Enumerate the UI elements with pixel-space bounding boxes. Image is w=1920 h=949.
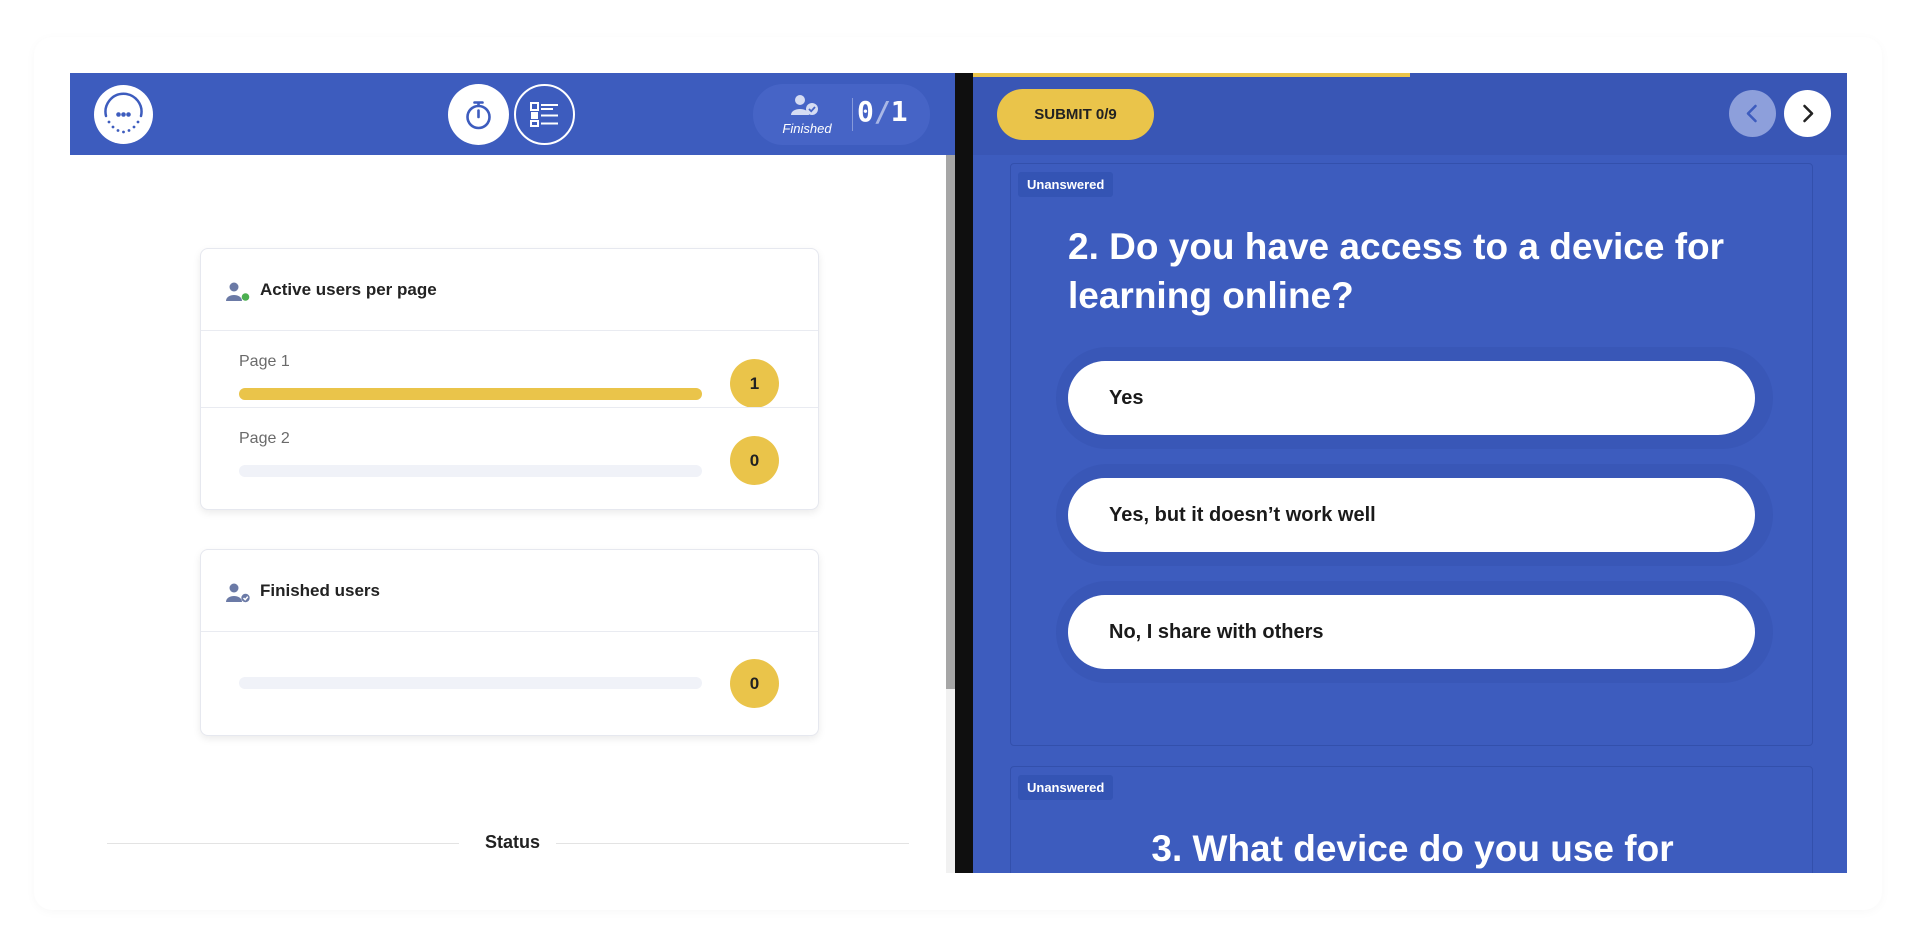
- finished-user-icon: [791, 95, 818, 115]
- page-label: Page 1: [239, 353, 290, 370]
- finished-total: 1: [890, 95, 908, 128]
- finished-user-icon: [226, 583, 250, 603]
- answer-option-button[interactable]: Yes: [1068, 361, 1755, 435]
- panel-divider[interactable]: [955, 73, 973, 873]
- answer-option-button[interactable]: Yes, but it doesn’t work well: [1068, 478, 1755, 552]
- answer-option: No, I share with others: [1056, 581, 1773, 683]
- next-button[interactable]: [1784, 90, 1831, 137]
- card-title: Finished users: [260, 581, 380, 600]
- timer-button[interactable]: [448, 84, 509, 145]
- answer-option: Yes: [1056, 347, 1773, 449]
- finished-current: 0: [857, 95, 874, 128]
- dashboard-header: Finished 0/1: [70, 73, 955, 155]
- submit-button[interactable]: SUBMIT 0/9: [997, 89, 1154, 140]
- answer-option-button[interactable]: No, I share with others: [1068, 595, 1755, 669]
- count-badge: 0: [730, 436, 779, 485]
- timer-icon: [466, 101, 491, 130]
- question-list-button[interactable]: [514, 84, 575, 145]
- chevron-right-icon: [1803, 104, 1814, 123]
- question-card: Unanswered 3. What device do you use for: [1010, 766, 1813, 873]
- progress-fill: [239, 388, 702, 400]
- quiz-panel: SUBMIT 0/9 Unanswered 2. Do you have acc…: [973, 73, 1847, 873]
- logo-icon[interactable]: [94, 85, 153, 144]
- dashboard-panel: Finished 0/1 Active users per page Page …: [70, 73, 955, 873]
- progress-track: [239, 388, 702, 400]
- status-heading: Status: [484, 832, 540, 852]
- finished-row: 0: [201, 632, 818, 737]
- count-badge: 1: [730, 359, 779, 408]
- status-badge: Unanswered: [1018, 775, 1114, 800]
- question-title: 2. Do you have access to a device for le…: [1068, 226, 1725, 316]
- answer-option: Yes, but it doesn’t work well: [1056, 464, 1773, 566]
- question-card: Unanswered 2. Do you have access to a de…: [1010, 163, 1813, 746]
- page-label: Page 2: [239, 430, 290, 447]
- previous-button[interactable]: [1729, 90, 1776, 137]
- finished-users-card: Finished users 0: [200, 549, 819, 736]
- status-badge: Unanswered: [1018, 172, 1114, 197]
- progress-track: [239, 677, 702, 689]
- quiz-header: SUBMIT 0/9: [973, 73, 1847, 155]
- count-badge: 0: [730, 659, 779, 708]
- active-users-card: Active users per page Page 1 1 Page 2 0: [200, 248, 819, 510]
- list-icon: [530, 102, 558, 127]
- pill-divider: [852, 98, 853, 131]
- question-title: 3. What device do you use for: [1151, 828, 1674, 869]
- quiz-progress-bar: [973, 73, 1410, 77]
- finished-counter: Finished 0/1: [753, 84, 930, 145]
- counter-separator: /: [873, 95, 891, 128]
- active-user-icon: [226, 282, 250, 301]
- progress-track: [239, 465, 702, 477]
- card-header: Finished users: [201, 550, 818, 632]
- page-row: Page 2 0: [201, 407, 818, 485]
- finished-label: Finished: [782, 121, 832, 136]
- page-row: Page 1 1: [201, 331, 818, 408]
- card-header: Active users per page: [201, 249, 818, 331]
- card-title: Active users per page: [260, 280, 437, 299]
- chevron-left-icon: [1746, 104, 1757, 123]
- finished-count: 0/1: [857, 95, 908, 128]
- scrollbar-thumb[interactable]: [946, 155, 955, 689]
